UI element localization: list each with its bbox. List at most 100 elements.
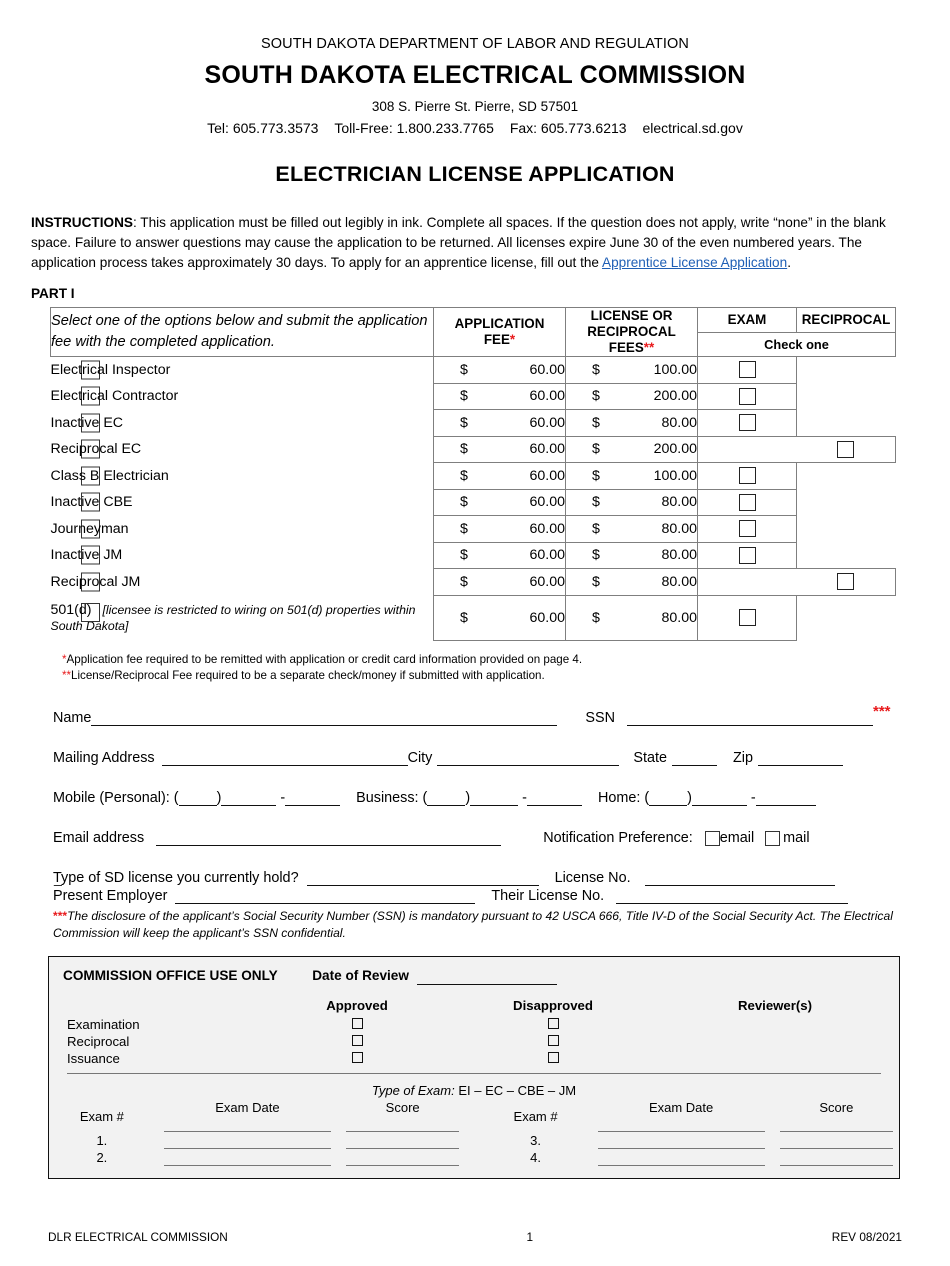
exam-date-header-right-text: Exam Date	[648, 1100, 714, 1116]
disapproved-checkbox[interactable]	[547, 1018, 559, 1030]
state-input[interactable]	[672, 751, 717, 767]
home-line-input[interactable]	[755, 791, 816, 807]
exam-date-right-input[interactable]	[597, 1132, 765, 1150]
fee-table-row: Reciprocal EC $60.00 $200.00	[51, 435, 896, 464]
approved-checkbox[interactable]	[351, 1035, 363, 1047]
application-fee-cell: $60.00	[433, 462, 566, 490]
notification-mail-checkbox[interactable]	[765, 830, 781, 846]
exam-checkbox[interactable]	[738, 361, 756, 379]
email-input[interactable]	[156, 831, 502, 847]
fee-table-wrapper: Select one of the options below and subm…	[0, 306, 950, 641]
disapproved-checkbox-cell	[455, 1016, 651, 1033]
disapproved-checkbox-cell	[455, 1033, 651, 1050]
fee-table-row: Class B Electrician $60.00 $100.00	[51, 462, 896, 490]
reciprocal-checkbox[interactable]	[837, 440, 855, 458]
license-fee-cell: $200.00	[565, 382, 698, 411]
score-right-input[interactable]	[780, 1132, 893, 1150]
reciprocal-empty-cell	[797, 516, 896, 543]
business-line-input[interactable]	[526, 791, 582, 807]
name-input[interactable]	[91, 711, 558, 727]
exam-date-right-input[interactable]	[597, 1149, 765, 1167]
approval-row-label: Issuance	[67, 1051, 120, 1067]
license-type-name: Inactive CBE	[50, 494, 133, 511]
license-type-cell: Reciprocal JM	[51, 569, 434, 596]
business-prefix-input[interactable]	[470, 791, 519, 807]
exam-checkbox[interactable]	[738, 387, 756, 405]
exam-date-header-left-rule	[164, 1115, 331, 1133]
exam-checkbox[interactable]	[738, 520, 756, 538]
exam-date-left-input[interactable]	[164, 1132, 331, 1150]
ssn-input[interactable]	[626, 711, 873, 727]
score-right-cell	[774, 1132, 899, 1150]
exam-gap-cell	[465, 1100, 482, 1132]
exam-date-header-left-text: Exam Date	[215, 1100, 280, 1116]
business-area-code-input[interactable]	[427, 791, 466, 807]
application-fee-cell: $60.00	[433, 488, 566, 517]
approved-checkbox-cell	[259, 1050, 455, 1067]
fax-number: Fax: 605.773.6213	[509, 120, 627, 136]
footnote-one-text: Application fee required to be remitted …	[66, 652, 583, 666]
exam-checkbox[interactable]	[738, 467, 756, 485]
score-left-input[interactable]	[346, 1149, 459, 1167]
application-fee-cell: $60.00	[433, 594, 566, 641]
reviewer-cell	[651, 1016, 899, 1033]
exam-checkbox-cell	[697, 462, 797, 490]
license-type-cell: Inactive CBE	[51, 489, 434, 516]
disapproved-checkbox[interactable]	[547, 1052, 559, 1064]
city-input[interactable]	[437, 751, 620, 767]
notification-email-checkbox[interactable]	[704, 830, 720, 846]
exam-date-left-input[interactable]	[164, 1149, 331, 1167]
date-of-review-input[interactable]	[416, 970, 557, 986]
reciprocal-checkbox-cell	[796, 568, 896, 596]
license-no-input[interactable]	[644, 871, 835, 887]
present-employer-input[interactable]	[175, 889, 476, 905]
exam-date-header-right-rule	[597, 1115, 765, 1133]
exam-results-table: Exam # Exam Date Score Exam # Exam Date …	[49, 1100, 899, 1167]
reciprocal-empty-cell	[797, 489, 896, 516]
exam-checkbox[interactable]	[738, 493, 756, 511]
score-left-input[interactable]	[346, 1132, 459, 1150]
exam-num-header-left: Exam #	[79, 1108, 124, 1124]
select-option-note: Select one of the options below and subm…	[50, 306, 434, 358]
approval-row-label: Reciprocal	[67, 1034, 130, 1050]
zip-label: Zip	[733, 750, 753, 767]
business-label: Business: (	[356, 790, 428, 807]
fee-table-row: Inactive JM $60.00 $80.00	[51, 541, 896, 570]
approval-row: Examination	[49, 1016, 899, 1033]
exam-header-row: Exam # Exam Date Score Exam # Exam Date …	[49, 1100, 899, 1133]
license-type-input[interactable]	[306, 871, 539, 887]
score-right-input[interactable]	[780, 1149, 893, 1167]
email-notification-row: Email address Notification Preference: e…	[53, 830, 898, 847]
license-type-name: 501(d)	[50, 601, 92, 618]
approved-checkbox[interactable]	[351, 1052, 363, 1064]
exam-date-header-left: Exam Date	[155, 1100, 340, 1133]
exam-results-block: Type of Exam: EI – EC – CBE – JM Exam # …	[49, 1083, 899, 1167]
exam-checkbox-cell	[697, 515, 797, 543]
applicant-form: Name SSN *** Mailing Address City State Z…	[53, 703, 898, 905]
exam-checkbox[interactable]	[738, 546, 756, 564]
approved-checkbox[interactable]	[351, 1018, 363, 1030]
approval-header-row: Approved Disapproved Reviewer(s)	[49, 997, 899, 1016]
mobile-label: Mobile (Personal): (	[53, 790, 179, 807]
exam-checkbox[interactable]	[738, 608, 756, 626]
exam-checkbox[interactable]	[738, 414, 756, 432]
state-label: State	[633, 750, 667, 767]
apprentice-license-application-link[interactable]: Apprentice License Application	[602, 255, 787, 270]
zip-input[interactable]	[758, 751, 843, 767]
their-license-no-label: Their License No.	[491, 888, 605, 905]
reciprocal-checkbox[interactable]	[837, 573, 855, 591]
phone-row: Mobile (Personal): () - Business: () - H…	[53, 790, 898, 807]
ssn-footnote-marker: ***	[872, 703, 891, 721]
mailing-address-input[interactable]	[161, 751, 408, 767]
application-fee-cell: $60.00	[433, 435, 566, 464]
mobile-prefix-input[interactable]	[221, 791, 277, 807]
mobile-line-input[interactable]	[285, 791, 341, 807]
fee-table: Select one of the options below and subm…	[50, 306, 896, 641]
document-page: SOUTH DAKOTA DEPARTMENT OF LABOR AND REG…	[0, 36, 950, 1266]
home-prefix-input[interactable]	[691, 791, 747, 807]
footnote-two-marker: **	[62, 669, 72, 683]
their-license-no-input[interactable]	[616, 889, 849, 905]
home-area-code-input[interactable]	[649, 791, 688, 807]
disapproved-checkbox[interactable]	[547, 1035, 559, 1047]
mobile-area-code-input[interactable]	[178, 791, 217, 807]
